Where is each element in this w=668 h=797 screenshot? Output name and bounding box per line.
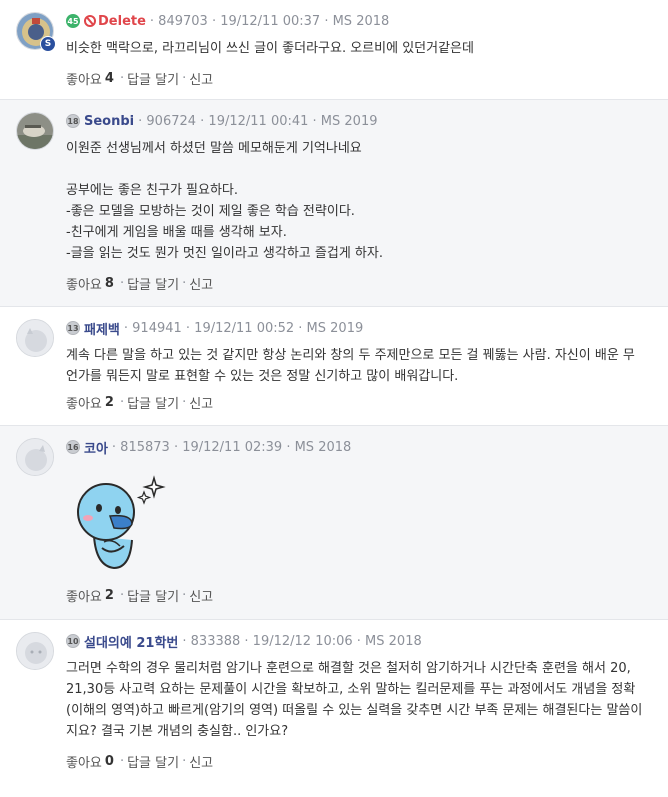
separator: · bbox=[119, 71, 125, 86]
separator: · bbox=[182, 754, 187, 769]
report-button[interactable]: 신고 bbox=[189, 586, 213, 605]
level-badge: 18 bbox=[66, 114, 80, 128]
like-count: 0 bbox=[104, 754, 114, 769]
avatar-badge: S bbox=[40, 36, 56, 52]
username[interactable]: 코아 bbox=[84, 438, 108, 457]
separator: · bbox=[119, 395, 125, 410]
comment-meta: · 833388 · 19/12/12 10:06 · MS 2018 bbox=[182, 633, 422, 649]
comment-item: 18 Seonbi · 906724 · 19/12/11 00:41 · MS… bbox=[0, 100, 668, 307]
separator: · bbox=[119, 588, 125, 603]
username[interactable]: 패제백 bbox=[84, 319, 120, 338]
comment-text: 계속 다른 말을 하고 있는 것 같지만 항상 논리와 창의 두 주제만으로 모… bbox=[66, 348, 635, 384]
like-button[interactable]: 좋아요 bbox=[66, 69, 102, 88]
comment-actions: 좋아요 4 · 답글 달기 · 신고 bbox=[66, 69, 213, 88]
username[interactable]: Seonbi bbox=[84, 114, 134, 129]
reply-button[interactable]: 답글 달기 bbox=[127, 586, 179, 605]
like-count: 8 bbox=[104, 276, 114, 291]
like-button[interactable]: 좋아요 bbox=[66, 274, 102, 293]
reply-button[interactable]: 답글 달기 bbox=[127, 69, 179, 88]
comment-actions: 좋아요 0 · 답글 달기 · 신고 bbox=[66, 752, 213, 771]
reply-button[interactable]: 답글 달기 bbox=[127, 752, 179, 771]
level-badge: 45 bbox=[66, 14, 80, 28]
report-button[interactable]: 신고 bbox=[189, 69, 213, 88]
like-count: 2 bbox=[104, 588, 114, 603]
level-badge: 16 bbox=[66, 440, 80, 454]
comment-actions: 좋아요 2 · 답글 달기 · 신고 bbox=[66, 393, 213, 412]
separator: · bbox=[182, 395, 187, 410]
reply-button[interactable]: 답글 달기 bbox=[127, 393, 179, 412]
comment-header: 18 Seonbi · 906724 · 19/12/11 00:41 · MS… bbox=[66, 112, 378, 130]
comment-meta: · 849703 · 19/12/11 00:37 · MS 2018 bbox=[149, 13, 390, 29]
comment-actions: 좋아요 2 · 답글 달기 · 신고 bbox=[66, 586, 213, 605]
like-button[interactable]: 좋아요 bbox=[66, 393, 102, 412]
comment-header: 13 패제백 · 914941 · 19/12/11 00:52 · MS 20… bbox=[66, 319, 364, 338]
comment-actions: 좋아요 8 · 답글 달기 · 신고 bbox=[66, 274, 213, 293]
separator: · bbox=[119, 276, 125, 291]
report-button[interactable]: 신고 bbox=[189, 274, 213, 293]
report-button[interactable]: 신고 bbox=[189, 752, 213, 771]
comment-header: 16 코아 · 815873 · 19/12/11 02:39 · MS 201… bbox=[66, 438, 352, 457]
like-count: 2 bbox=[104, 395, 114, 410]
comment-item: S 45 Delete · 849703 · 19/12/11 00:37 · … bbox=[0, 0, 668, 100]
comment-text: 그러면 수학의 경우 물리처럼 암기나 훈련으로 해결할 것은 철저히 암기하거… bbox=[66, 661, 643, 739]
separator: · bbox=[182, 588, 187, 603]
separator: · bbox=[119, 754, 125, 769]
separator: · bbox=[182, 276, 187, 291]
reply-button[interactable]: 답글 달기 bbox=[127, 274, 179, 293]
comment-item: 10 설대의예 21학번 · 833388 · 19/12/12 10:06 ·… bbox=[0, 620, 668, 797]
like-button[interactable]: 좋아요 bbox=[66, 586, 102, 605]
username[interactable]: Delete bbox=[98, 14, 146, 29]
username[interactable]: 설대의예 21학번 bbox=[84, 632, 178, 651]
comment-text: 비슷한 맥락으로, 라끄리님이 쓰신 글이 좋더라구요. 오르비에 있던거같은데 bbox=[66, 41, 474, 56]
emoticon-sticker bbox=[66, 474, 176, 578]
comment-meta: · 815873 · 19/12/11 02:39 · MS 2018 bbox=[111, 439, 352, 455]
comment-text: 이원준 선생님께서 하셨던 말씀 메모해둔게 기억나네요 공부에는 좋은 친구가… bbox=[66, 141, 383, 261]
deleted-icon bbox=[84, 15, 96, 27]
like-count: 4 bbox=[104, 71, 114, 86]
like-button[interactable]: 좋아요 bbox=[66, 752, 102, 771]
separator: · bbox=[182, 71, 187, 86]
report-button[interactable]: 신고 bbox=[189, 393, 213, 412]
avatar[interactable] bbox=[16, 319, 54, 357]
comment-meta: · 914941 · 19/12/11 00:52 · MS 2019 bbox=[123, 320, 364, 336]
avatar[interactable] bbox=[16, 112, 54, 150]
avatar[interactable] bbox=[16, 438, 54, 476]
comment-header: 45 Delete · 849703 · 19/12/11 00:37 · MS… bbox=[66, 12, 389, 30]
comment-meta: · 906724 · 19/12/11 00:41 · MS 2019 bbox=[138, 113, 378, 129]
avatar[interactable] bbox=[16, 632, 54, 670]
comment-item: 13 패제백 · 914941 · 19/12/11 00:52 · MS 20… bbox=[0, 307, 668, 426]
comment-header: 10 설대의예 21학번 · 833388 · 19/12/12 10:06 ·… bbox=[66, 632, 422, 651]
level-badge: 13 bbox=[66, 321, 80, 335]
level-badge: 10 bbox=[66, 634, 80, 648]
comment-item: 16 코아 · 815873 · 19/12/11 02:39 · MS 201… bbox=[0, 426, 668, 620]
